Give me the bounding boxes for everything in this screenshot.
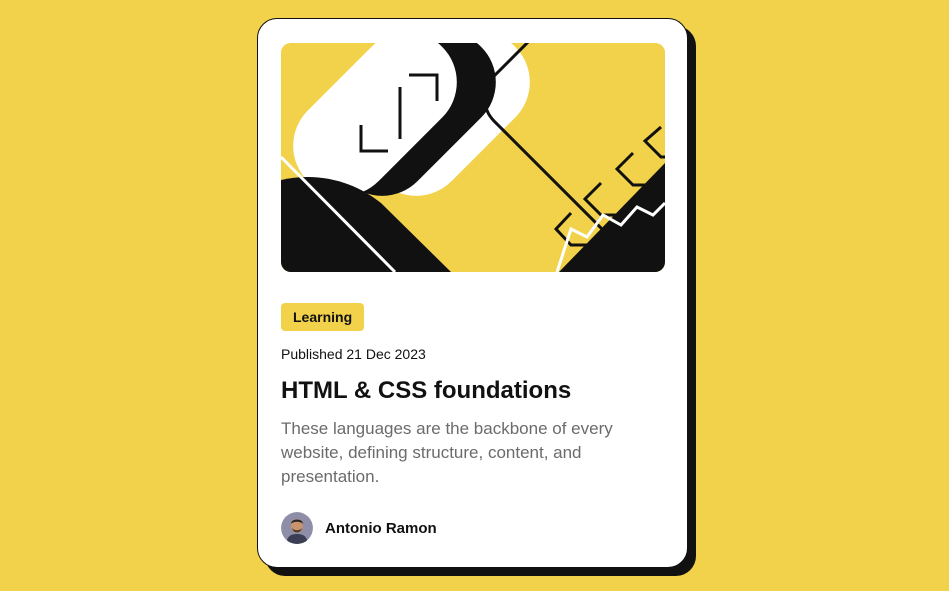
author-name: Antonio Ramon <box>325 519 437 537</box>
card-description: These languages are the backbone of ever… <box>281 419 613 486</box>
hero-illustration <box>281 43 665 272</box>
person-icon <box>281 512 313 544</box>
card-title[interactable]: HTML & CSS foundations <box>281 377 571 405</box>
blog-preview-card: Learning Published 21 Dec 2023 HTML & CS… <box>257 18 688 568</box>
author: Antonio Ramon <box>281 512 437 544</box>
hero-illustration-graphic <box>281 43 665 272</box>
category-badge: Learning <box>281 303 365 331</box>
published-date: Published 21 Dec 2023 <box>281 346 426 362</box>
author-avatar <box>281 512 313 544</box>
